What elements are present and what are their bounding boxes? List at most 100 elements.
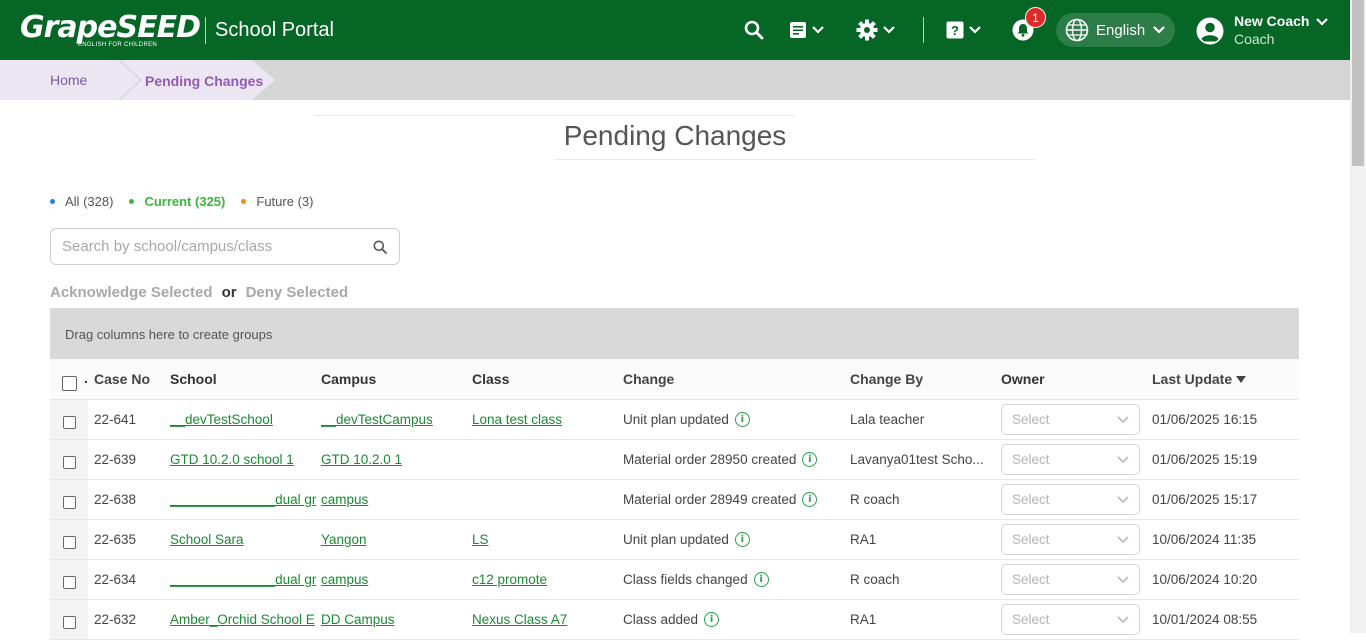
case-no: 22-634 [94,572,137,587]
owner-select[interactable]: Select [1001,524,1140,555]
campus-link[interactable]: GTD 10.2.0 1 [321,452,402,467]
case-no: 22-635 [94,532,137,547]
class-link[interactable]: Nexus Class A7 [472,612,567,627]
filter-all-dot [50,199,55,204]
school-link[interactable]: ______________dual grap [170,572,316,587]
column-header-case-no[interactable]: Case No [94,359,166,399]
column-header-school[interactable]: School [170,359,316,399]
row-checkbox[interactable] [62,576,76,589]
user-name: New Coach [1234,13,1310,29]
case-no: 22-638 [94,492,137,507]
table-row[interactable]: 22-639 GTD 10.2.0 school 1 GTD 10.2.0 1 … [50,440,1299,480]
column-header-owner[interactable]: Owner [1001,359,1141,399]
table-row[interactable]: 22-641 __devTestSchool __devTestCampus L… [50,400,1299,440]
table-row[interactable]: 22-635 School Sara Yangon LS Unit plan u… [50,520,1299,560]
user-menu[interactable]: New Coach Coach [1196,13,1329,48]
school-link[interactable]: GTD 10.2.0 school 1 [170,452,294,467]
column-header-last-update[interactable]: Last Update [1152,359,1292,399]
info-icon[interactable]: i [802,452,818,467]
breadcrumb-home[interactable]: Home [0,60,140,100]
filter-all-label: All [65,194,80,209]
row-checkbox[interactable] [62,496,76,509]
campus-link[interactable]: DD Campus [321,612,395,627]
select-all-checkbox[interactable] [61,375,77,391]
class-link[interactable]: Lona test class [472,412,562,427]
campus-link[interactable]: __devTestCampus [321,412,433,427]
owner-select[interactable]: Select [1001,444,1140,475]
owner-select[interactable]: Select [1001,564,1140,595]
column-header-class[interactable]: Class [472,359,618,399]
column-header-change-by[interactable]: Change By [850,359,985,399]
or-label: or [221,284,237,301]
row-checkbox-cell [50,400,88,439]
filter-all-count: (328) [83,194,114,209]
info-icon[interactable]: i [734,532,750,547]
grid-header-row: . Case No School Campus Class Change Cha… [50,359,1299,400]
owner-select-placeholder: Select [1012,612,1050,627]
row-checkbox[interactable] [62,456,76,469]
scrollbar-thumb[interactable] [1352,0,1364,166]
row-checkbox-cell [50,560,88,599]
school-link[interactable]: Amber_Orchid School E [170,612,315,627]
owner-select[interactable]: Select [1001,484,1140,515]
page-title: Pending Changes [563,120,787,151]
settings-menu-button[interactable] [856,18,896,42]
owner-select[interactable]: Select [1001,404,1140,435]
school-link[interactable]: School Sara [170,532,244,547]
logo-subtitle: ENGLISH FOR CHILDREN [78,42,158,48]
table-row[interactable]: 22-634 ______________dual grap campus c1… [50,560,1299,600]
chevron-down-icon [1153,26,1165,34]
last-update-label: Last Update [1152,371,1233,387]
table-row[interactable]: 22-632 Amber_Orchid School E DD Campus N… [50,600,1299,640]
owner-select-placeholder: Select [1012,492,1050,507]
school-link[interactable]: __devTestSchool [170,412,273,427]
logo-text: GrapeSEED [20,10,201,45]
search-button[interactable] [744,18,764,42]
class-link[interactable]: c12 promote [472,572,547,587]
row-checkbox[interactable] [62,536,76,549]
row-checkbox-cell [50,520,88,559]
filter-all[interactable]: All (328) [50,194,113,209]
search-input[interactable] [51,229,351,264]
grapeseed-logo[interactable]: GrapeSEED ENGLISH FOR CHILDREN [20,10,201,52]
school-link[interactable]: ______________dual grap [170,492,316,507]
owner-select-placeholder: Select [1012,532,1050,547]
row-checkbox[interactable] [62,616,76,629]
campus-link[interactable]: Yangon [321,532,367,547]
filter-current[interactable]: Current (325) [129,194,225,209]
info-icon[interactable]: i [704,612,720,627]
info-icon[interactable]: i [753,572,769,587]
breadcrumb-current: Pending Changes [120,60,275,100]
chevron-down-icon [1117,616,1129,623]
status-filters: All (328) Current (325) Future (3) [50,194,313,209]
filter-future-count: (3) [297,194,314,209]
campus-link[interactable]: campus [321,492,368,507]
help-menu-button[interactable]: ? [946,18,982,42]
campus-link[interactable]: campus [321,572,368,587]
reports-menu-button[interactable] [789,18,825,42]
table-row[interactable]: 22-638 ______________dual grap campus Ma… [50,480,1299,520]
owner-select[interactable]: Select [1001,604,1140,635]
filter-current-label: Current [144,194,192,209]
filter-current-count: (325) [195,194,226,209]
acknowledge-selected-button[interactable]: Acknowledge Selected [50,284,213,301]
chevron-down-icon [1117,576,1129,583]
chevron-down-icon [1117,456,1129,463]
deny-selected-button[interactable]: Deny Selected [246,284,349,301]
column-header-campus[interactable]: Campus [321,359,467,399]
breadcrumb-current-label: Pending Changes [145,73,264,89]
class-link[interactable]: LS [472,532,489,547]
search-icon[interactable] [373,240,387,254]
column-resize-handle[interactable]: . [84,359,88,397]
group-drop-area[interactable]: Drag columns here to create groups [50,308,1299,359]
info-icon[interactable]: i [734,412,750,427]
language-selector[interactable]: English [1056,13,1175,47]
chevron-down-icon [1117,496,1129,503]
last-update: 10/01/2024 08:55 [1152,612,1258,627]
title-divider [315,115,795,116]
info-icon[interactable]: i [802,492,818,507]
column-header-change[interactable]: Change [623,359,845,399]
change-by: R coach [850,492,900,507]
row-checkbox[interactable] [62,416,76,429]
filter-future[interactable]: Future (3) [241,194,313,209]
